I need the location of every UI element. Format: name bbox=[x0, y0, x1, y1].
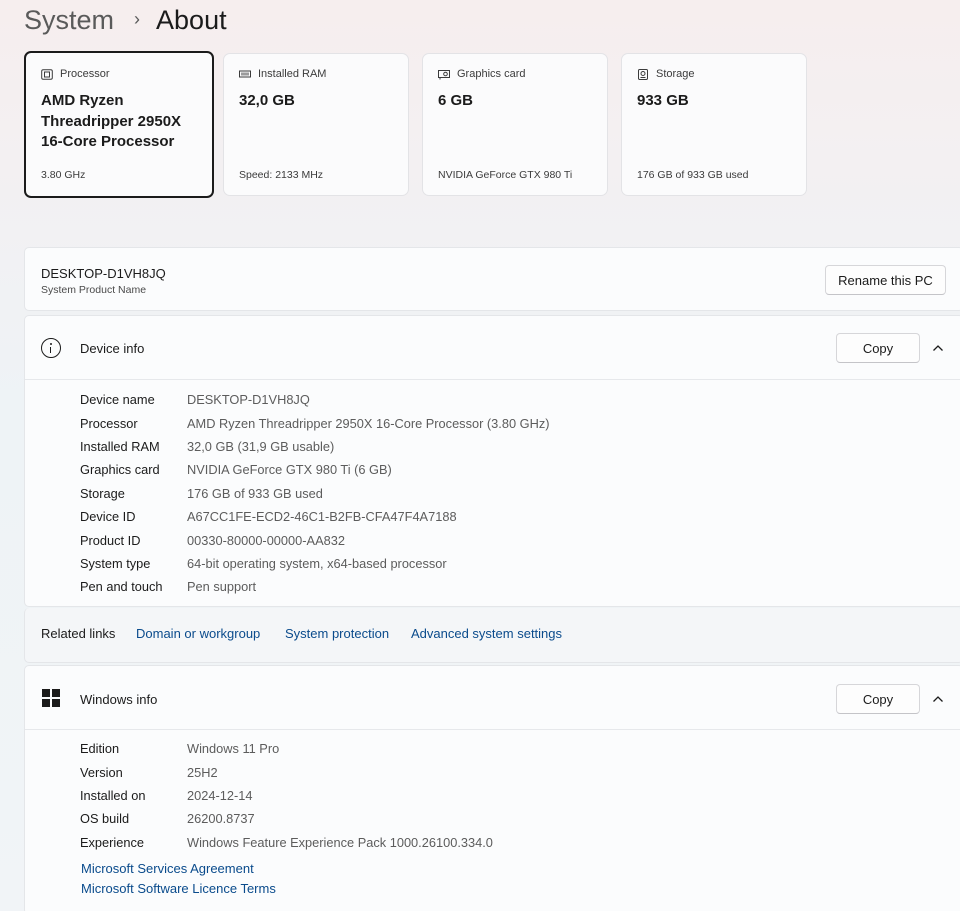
windows-info-row: Experience Windows Feature Experience Pac… bbox=[80, 831, 493, 854]
processor-card[interactable]: Processor AMD Ryzen Threadripper 2950X 1… bbox=[24, 51, 214, 198]
rename-pc-button[interactable]: Rename this PC bbox=[825, 265, 946, 295]
row-label: Device name bbox=[80, 392, 155, 408]
device-info-row: Device ID A67CC1FE-ECD2-46C1-B2FB-CFA47F4… bbox=[80, 505, 550, 528]
storage-card-value: 933 GB bbox=[637, 92, 689, 109]
row-value: 176 GB of 933 GB used bbox=[187, 485, 323, 501]
graphics-card-sub: NVIDIA GeForce GTX 980 Ti bbox=[438, 169, 573, 181]
windows-info-row: OS build 26200.8737 bbox=[80, 807, 493, 830]
device-info-row: Device name DESKTOP-D1VH8JQ bbox=[80, 388, 550, 411]
chevron-up-icon[interactable] bbox=[931, 341, 945, 355]
windows-info-rows: Edition Windows 11 Pro Version 25H2 Instal… bbox=[80, 737, 493, 854]
breadcrumb-system-link[interactable]: System bbox=[24, 5, 114, 36]
device-info-row: Graphics card NVIDIA GeForce GTX 980 Ti (… bbox=[80, 458, 550, 481]
row-value: 64-bit operating system, x64-based proce… bbox=[187, 555, 447, 571]
row-label: Installed on bbox=[80, 787, 146, 803]
row-value: 26200.8737 bbox=[187, 811, 255, 827]
ram-card-value: 32,0 GB bbox=[239, 92, 295, 109]
device-info-row: Processor AMD Ryzen Threadripper 2950X 16… bbox=[80, 411, 550, 434]
row-label: Pen and touch bbox=[80, 579, 163, 595]
row-value: Windows Feature Experience Pack 1000.261… bbox=[187, 834, 493, 850]
row-label: Edition bbox=[80, 741, 120, 757]
breadcrumb-separator-icon: › bbox=[134, 8, 141, 29]
graphics-card-card[interactable]: Graphics card 6 GB NVIDIA GeForce GTX 98… bbox=[422, 53, 608, 196]
graphics-card-value: 6 GB bbox=[438, 92, 474, 109]
storage-card-sub: 176 GB of 933 GB used bbox=[637, 169, 749, 181]
row-value: NVIDIA GeForce GTX 980 Ti (6 GB) bbox=[187, 462, 392, 478]
related-links-bar: Related links Domain or workgroup System… bbox=[24, 608, 960, 663]
processor-card-value: AMD Ryzen Threadripper 2950X 16-Core Pro… bbox=[41, 92, 182, 150]
row-label: Installed RAM bbox=[80, 438, 160, 454]
windows-info-links: Microsoft Services Agreement Microsoft S… bbox=[81, 859, 276, 898]
page-title: About bbox=[156, 4, 227, 35]
windows-info-copy-button[interactable]: Copy bbox=[836, 684, 920, 714]
row-label: System type bbox=[80, 555, 151, 571]
device-info-copy-button[interactable]: Copy bbox=[836, 333, 920, 363]
row-label: Product ID bbox=[80, 532, 141, 548]
windows-info-header[interactable]: Windows info Copy bbox=[25, 666, 960, 730]
row-label: Experience bbox=[80, 834, 145, 850]
storage-icon bbox=[637, 68, 649, 80]
pc-name-panel: DESKTOP-D1VH8JQ System Product Name Rena… bbox=[24, 247, 960, 311]
services-agreement-link[interactable]: Microsoft Services Agreement bbox=[81, 859, 276, 879]
processor-card-title: Processor bbox=[60, 68, 110, 80]
device-info-rows: Device name DESKTOP-D1VH8JQ Processor AMD … bbox=[80, 388, 550, 599]
graphics-card-icon bbox=[438, 69, 450, 80]
pc-name: DESKTOP-D1VH8JQ bbox=[41, 266, 166, 281]
chevron-up-icon[interactable] bbox=[931, 692, 945, 706]
windows-info-row: Installed on 2024-12-14 bbox=[80, 784, 493, 807]
device-info-header[interactable]: Device info Copy bbox=[25, 316, 960, 380]
row-value: 2024-12-14 bbox=[187, 787, 253, 803]
ram-card[interactable]: Installed RAM 32,0 GB Speed: 2133 MHz bbox=[223, 53, 409, 196]
domain-workgroup-link[interactable]: Domain or workgroup bbox=[136, 626, 260, 641]
device-info-title: Device info bbox=[80, 341, 145, 356]
storage-card[interactable]: Storage 933 GB 176 GB of 933 GB used bbox=[621, 53, 807, 196]
windows-info-title: Windows info bbox=[80, 692, 158, 707]
device-info-row: Pen and touch Pen support bbox=[80, 575, 550, 598]
graphics-card-title: Graphics card bbox=[457, 68, 526, 80]
advanced-system-settings-link[interactable]: Advanced system settings bbox=[411, 626, 562, 641]
row-value: AMD Ryzen Threadripper 2950X 16-Core Pro… bbox=[187, 415, 550, 431]
row-label: Processor bbox=[80, 415, 138, 431]
row-value: 00330-80000-00000-AA832 bbox=[187, 532, 345, 548]
device-info-row: Installed RAM 32,0 GB (31,9 GB usable) bbox=[80, 435, 550, 458]
processor-icon bbox=[41, 68, 53, 80]
row-value: DESKTOP-D1VH8JQ bbox=[187, 392, 310, 408]
row-label: OS build bbox=[80, 811, 130, 827]
ram-card-sub: Speed: 2133 MHz bbox=[239, 169, 324, 181]
device-info-row: Product ID 00330-80000-00000-AA832 bbox=[80, 528, 550, 551]
row-value: Pen support bbox=[187, 579, 257, 595]
pc-product-name: System Product Name bbox=[41, 284, 147, 296]
row-value: 32,0 GB (31,9 GB usable) bbox=[187, 438, 335, 454]
related-links-label: Related links bbox=[41, 626, 116, 641]
software-licence-terms-link[interactable]: Microsoft Software Licence Terms bbox=[81, 879, 276, 899]
row-value: 25H2 bbox=[187, 764, 218, 780]
windows-info-row: Version 25H2 bbox=[80, 760, 493, 783]
ram-icon bbox=[239, 69, 251, 80]
windows-info-panel: Windows info Copy Edition Windows 11 Pro … bbox=[24, 665, 960, 911]
storage-card-title: Storage bbox=[656, 68, 695, 80]
row-label: Storage bbox=[80, 485, 125, 501]
row-value: Windows 11 Pro bbox=[187, 741, 280, 757]
ram-card-title: Installed RAM bbox=[258, 68, 327, 80]
info-icon bbox=[41, 338, 61, 358]
device-info-panel: Device info Copy Device name DESKTOP-D1VH… bbox=[24, 315, 960, 607]
windows-logo-icon bbox=[42, 689, 60, 707]
row-label: Graphics card bbox=[80, 462, 160, 478]
processor-card-sub: 3.80 GHz bbox=[41, 169, 86, 181]
device-info-row: Storage 176 GB of 933 GB used bbox=[80, 482, 550, 505]
windows-info-row: Edition Windows 11 Pro bbox=[80, 737, 493, 760]
row-label: Version bbox=[80, 764, 123, 780]
row-label: Device ID bbox=[80, 509, 136, 525]
row-value: A67CC1FE-ECD2-46C1-B2FB-CFA47F4A7188 bbox=[187, 509, 457, 525]
system-protection-link[interactable]: System protection bbox=[285, 626, 389, 641]
device-info-row: System type 64-bit operating system, x64-… bbox=[80, 552, 550, 575]
breadcrumb: System › About bbox=[24, 2, 227, 38]
